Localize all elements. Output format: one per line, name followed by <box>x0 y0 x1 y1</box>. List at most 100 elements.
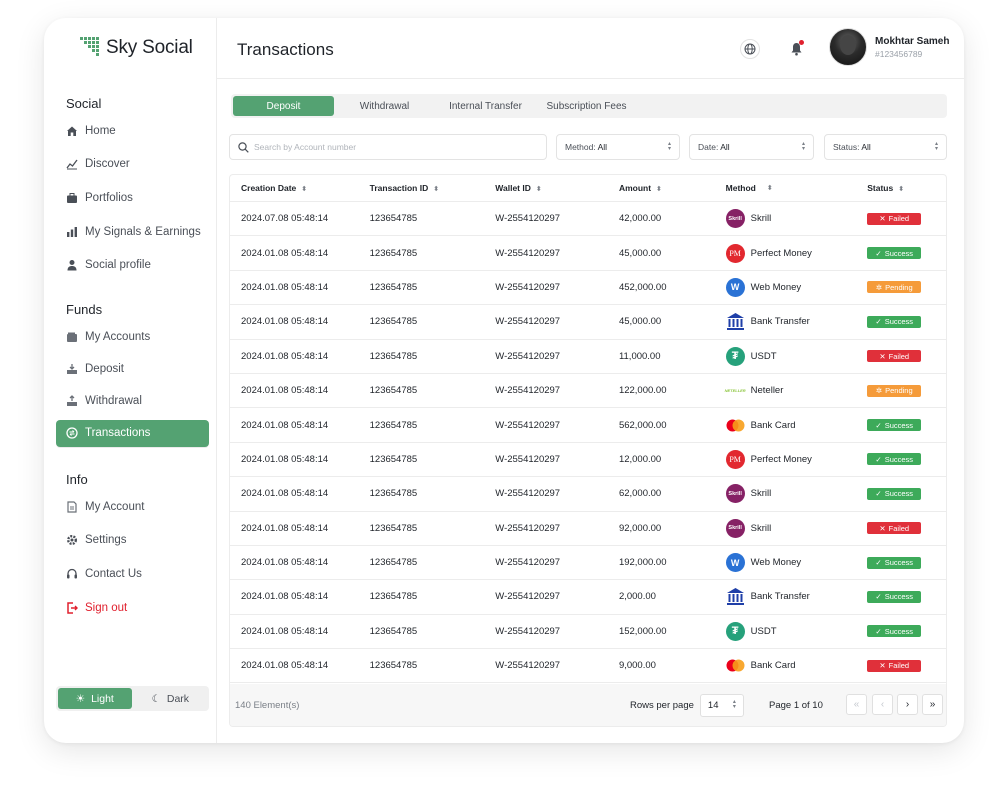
notifications-button[interactable] <box>786 39 806 59</box>
transaction-id-cell: 123654785 <box>369 557 418 569</box>
method-label: Skrill <box>750 213 772 225</box>
wallet-id-cell: W-2554120297 <box>495 557 561 569</box>
check-icon: ✓ <box>875 489 882 499</box>
sidebar-item-my-account[interactable]: My Account <box>56 493 209 520</box>
status-cell: ✓ Success <box>856 419 946 432</box>
user-menu[interactable]: Mokhtar Sameh #123456789 <box>829 28 949 66</box>
sidebar-item-home[interactable]: Home <box>56 117 209 144</box>
status-cell: ✕ Failed <box>856 522 946 535</box>
wallet-id-cell: W-2554120297 <box>495 281 561 293</box>
method-label: Web Money <box>750 281 802 293</box>
webmoney-icon: W <box>725 553 745 573</box>
sidebar-item-discover[interactable]: Discover <box>56 151 209 178</box>
column-header-label: Amount <box>618 183 652 193</box>
table-row[interactable]: 2024.01.08 05:48:14 123654785 W-2554120297… <box>230 408 946 443</box>
prev-page-button[interactable]: ‹ <box>872 694 893 715</box>
column-header-wallet-id[interactable]: Wallet ID ⬍ <box>484 183 608 193</box>
amount-cell: 152,000.00 <box>618 625 667 637</box>
status-badge: ✓ Success <box>867 419 922 432</box>
wallet-id-cell: W-2554120297 <box>495 385 561 397</box>
sidebar-item-contact-us[interactable]: Contact Us <box>56 560 209 587</box>
table-row[interactable]: 2024.01.08 05:48:14 123654785 W-2554120297… <box>230 512 946 546</box>
sidebar-item-my-signals-earnings[interactable]: My Signals & Earnings <box>56 218 209 245</box>
language-button[interactable] <box>740 39 760 59</box>
table-row[interactable]: 2024.01.08 05:48:14 123654785 W-2554120297… <box>230 374 946 409</box>
sidebar-item-my-accounts[interactable]: My Accounts <box>56 323 209 350</box>
tether-icon: ₮ <box>725 346 745 366</box>
sidebar-item-withdrawal[interactable]: Withdrawal <box>56 388 209 415</box>
tab-internal-transfer[interactable]: Internal Transfer <box>435 96 536 116</box>
table-row[interactable]: 2024.01.08 05:48:14 123654785 W-2554120297… <box>230 615 946 650</box>
sidebar-item-settings[interactable]: Settings <box>56 527 209 554</box>
creation-date-cell: 2024.07.08 05:48:14 <box>241 213 329 225</box>
user-id: #123456789 <box>875 48 923 59</box>
amount-cell: 12,000.00 <box>618 453 662 465</box>
table-row[interactable]: 2024.01.08 05:48:14 123654785 W-2554120297… <box>230 649 946 684</box>
table-row[interactable]: 2024.01.08 05:48:14 123654785 W-2554120297… <box>230 271 946 306</box>
transaction-id-cell: 123654785 <box>369 350 418 362</box>
sidebar-item-sign-out[interactable]: Sign out <box>56 594 209 621</box>
sidebar-item-deposit[interactable]: Deposit <box>56 355 209 382</box>
column-header-transaction-id[interactable]: Transaction ID ⬍ <box>359 183 485 193</box>
creation-date-cell: 2024.01.08 05:48:14 <box>241 419 329 431</box>
table-row[interactable]: 2024.01.08 05:48:14 123654785 W-2554120297… <box>230 236 946 271</box>
column-header-method[interactable]: Method ⬍ <box>715 183 857 193</box>
table-row[interactable]: 2024.01.08 05:48:14 123654785 W-2554120297… <box>230 546 946 581</box>
status-cell: ✲ Pending <box>856 281 946 294</box>
gear-icon <box>66 534 78 546</box>
tab-withdrawal[interactable]: Withdrawal <box>334 96 435 116</box>
table-row[interactable]: 2024.01.08 05:48:14 123654785 W-2554120297… <box>230 305 946 340</box>
sidebar-item-transactions[interactable]: Transactions <box>56 419 209 447</box>
table-body: 2024.07.08 05:48:14 123654785 W-2554120297… <box>230 202 946 684</box>
next-page-button[interactable]: › <box>897 694 918 715</box>
first-page-button[interactable]: « <box>846 694 867 715</box>
amount-cell: 452,000.00 <box>618 281 667 293</box>
sidebar-item-social-profile[interactable]: Social profile <box>56 252 209 279</box>
app-name: Sky Social <box>106 37 193 58</box>
check-icon: ✓ <box>875 558 882 568</box>
status-filter[interactable]: Status: All ▴ ▾ <box>824 134 947 160</box>
column-header-status[interactable]: Status ⬍ <box>856 183 946 193</box>
double-chevron-right-icon: » <box>929 699 936 710</box>
transaction-id-cell: 123654785 <box>369 488 418 500</box>
status-label: Success <box>884 248 914 258</box>
creation-date-cell: 2024.01.08 05:48:14 <box>241 660 329 672</box>
sidebar-item-label: Contact Us <box>85 567 142 580</box>
sidebar-item-label: Transactions <box>85 427 151 440</box>
dark-theme-button[interactable]: ☾ Dark <box>134 688 208 709</box>
method-cell: ₮ USDT <box>715 621 857 641</box>
tab-subscription-fees[interactable]: Subscription Fees <box>536 96 637 116</box>
signout-icon <box>66 601 78 614</box>
sidebar-item-label: Withdrawal <box>85 395 142 408</box>
table-row[interactable]: 2024.01.08 05:48:14 123654785 W-2554120297… <box>230 580 946 615</box>
last-page-button[interactable]: » <box>922 694 943 715</box>
date-filter[interactable]: Date: All ▴ ▾ <box>689 134 814 160</box>
chevron-left-icon: ‹ <box>880 699 885 710</box>
transaction-id-cell: 123654785 <box>369 247 418 259</box>
status-badge: ✓ Success <box>867 556 922 569</box>
sidebar-item-label: My Account <box>85 500 145 513</box>
tab-deposit[interactable]: Deposit <box>233 96 334 116</box>
sidebar-item-label: Settings <box>85 534 127 547</box>
method-filter[interactable]: Method: All ▴ ▾ <box>556 134 680 160</box>
table-row[interactable]: 2024.07.08 05:48:14 123654785 W-2554120297… <box>230 202 946 237</box>
sort-icon: ⬍ <box>535 186 542 193</box>
table-row[interactable]: 2024.01.08 05:48:14 123654785 W-2554120297… <box>230 340 946 374</box>
method-label: Web Money <box>750 557 802 569</box>
status-badge: ✕ Failed <box>867 212 922 225</box>
logo[interactable]: Sky Social <box>80 37 193 59</box>
search-box[interactable]: Search by Account number <box>229 134 547 160</box>
creation-date-cell: 2024.01.08 05:48:14 <box>241 625 329 637</box>
wallet-id-cell: W-2554120297 <box>495 522 561 534</box>
method-cell: NETELLER Neteller <box>715 381 857 400</box>
rows-per-page-select[interactable]: 14 ▴ ▾ <box>699 693 744 717</box>
sidebar-item-portfolios[interactable]: Portfolios <box>56 184 209 211</box>
column-header-amount[interactable]: Amount ⬍ <box>608 183 715 193</box>
table-row[interactable]: 2024.01.08 05:48:14 123654785 W-2554120297… <box>230 443 946 478</box>
wallet-id-cell: W-2554120297 <box>495 453 561 465</box>
column-header-creation-date[interactable]: Creation Date ⬍ <box>230 183 359 193</box>
table-row[interactable]: 2024.01.08 05:48:14 123654785 W-2554120297… <box>230 477 946 512</box>
chart-line-icon <box>66 158 78 170</box>
light-theme-button[interactable]: ☀ Light <box>58 688 132 709</box>
status-label: Success <box>884 454 914 464</box>
